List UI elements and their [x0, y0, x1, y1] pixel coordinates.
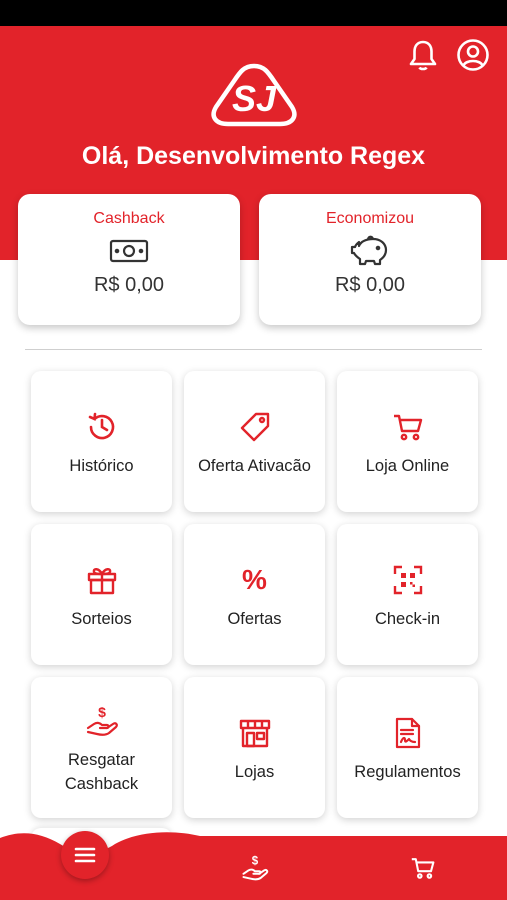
history-clock-icon	[85, 406, 119, 448]
tile-label: Check-in	[374, 609, 441, 628]
user-account-icon[interactable]	[455, 37, 491, 73]
cashback-card[interactable]: Cashback R$ 0,00	[18, 194, 240, 325]
qr-code-icon	[392, 559, 424, 601]
tile-label: Histórico	[69, 456, 134, 475]
tile-label: Oferta Ativacão	[198, 456, 311, 475]
percent-icon: %	[242, 559, 267, 601]
tile-check-in[interactable]: Check-in	[337, 524, 478, 665]
tile-label: Resgatar Cashback	[65, 748, 138, 796]
hand-money-icon: $	[242, 856, 269, 881]
tile-label-line2: Cashback	[64, 774, 139, 793]
cashback-label: Cashback	[93, 210, 165, 227]
logo-text: SJ	[232, 78, 277, 119]
storefront-icon	[238, 712, 272, 754]
tile-label: Ofertas	[227, 609, 282, 628]
divider	[25, 349, 482, 350]
hand-money-icon: $	[85, 700, 119, 742]
app-screen: SJ Olá, Desenvolvimento Regex Cashback R…	[0, 0, 507, 900]
gift-icon	[86, 559, 118, 601]
shopping-cart-icon	[392, 406, 424, 448]
tile-sorteios[interactable]: Sorteios	[31, 524, 172, 665]
tile-resgatar-cashback[interactable]: $ Resgatar Cashback	[31, 677, 172, 818]
brand-logo: SJ	[206, 62, 302, 128]
menu-icon	[74, 847, 96, 863]
tile-label: Sorteios	[71, 609, 132, 628]
svg-text:$: $	[252, 856, 259, 868]
tile-regulamentos[interactable]: Regulamentos	[337, 677, 478, 818]
status-bar	[0, 0, 507, 26]
tile-historico[interactable]: Histórico	[31, 371, 172, 512]
percent-glyph: %	[242, 563, 267, 595]
svg-text:$: $	[98, 704, 106, 720]
nav-cashback-button[interactable]: $	[238, 852, 272, 884]
tile-loja-online[interactable]: Loja Online	[337, 371, 478, 512]
bell-icon[interactable]	[405, 37, 441, 73]
tile-label-line1: Resgatar	[68, 750, 135, 769]
cashback-value: R$ 0,00	[93, 274, 165, 296]
tile-lojas[interactable]: Lojas	[184, 677, 325, 818]
tile-label: Loja Online	[365, 456, 450, 475]
shopping-cart-icon	[411, 858, 435, 879]
tile-oferta-ativacao[interactable]: Oferta Ativacão	[184, 371, 325, 512]
savings-value: R$ 0,00	[334, 274, 406, 296]
document-signature-icon	[394, 712, 422, 754]
money-bill-icon	[18, 234, 240, 268]
nav-cart-button[interactable]	[406, 852, 440, 884]
savings-label: Economizou	[325, 210, 415, 227]
greeting-text: Olá, Desenvolvimento Regex	[81, 142, 426, 170]
tile-label: Lojas	[234, 762, 275, 781]
tag-icon	[239, 406, 271, 448]
tile-label: Regulamentos	[354, 762, 461, 781]
tile-ofertas[interactable]: % Ofertas	[184, 524, 325, 665]
piggy-bank-icon	[259, 234, 481, 268]
menu-button[interactable]	[61, 831, 109, 879]
savings-card[interactable]: Economizou R$ 0,00	[259, 194, 481, 325]
